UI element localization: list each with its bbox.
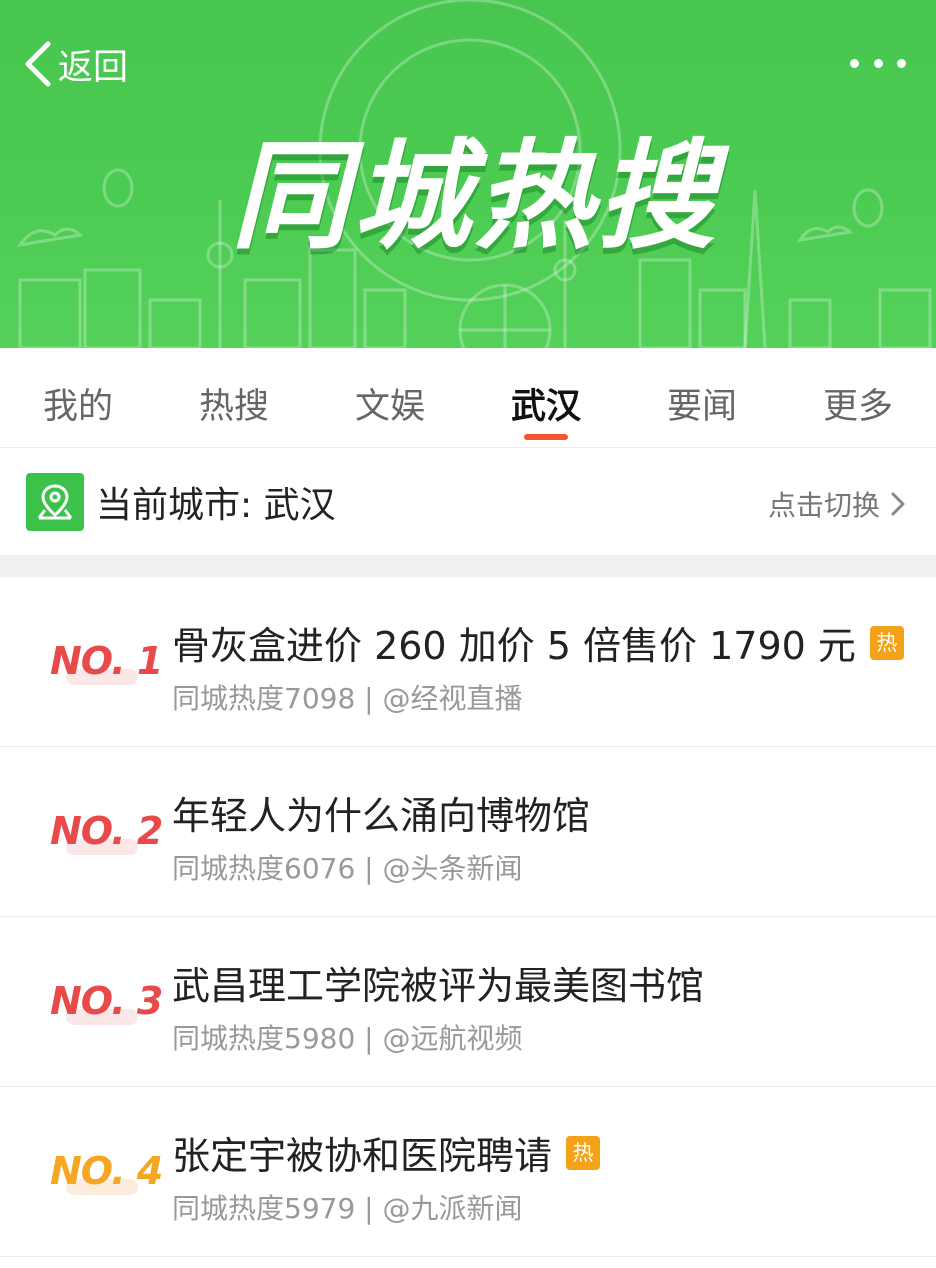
tab-wuhan[interactable]: 武汉 xyxy=(468,348,624,447)
switch-city-button[interactable]: 点击切换 xyxy=(768,484,906,524)
rank-label: NO. 3 xyxy=(50,979,163,1023)
list-item[interactable]: NO. 3 武昌理工学院被评为最美图书馆 同城热度5980 | @远航视频 xyxy=(0,917,936,1087)
hot-badge: 热 xyxy=(869,625,904,660)
back-button[interactable]: 返回 xyxy=(22,38,128,90)
section-divider xyxy=(0,555,936,577)
item-title: 张定宇被协和医院聘请 热 xyxy=(172,1125,601,1180)
item-title-text: 张定宇被协和医院聘请 xyxy=(172,1134,553,1178)
chevron-left-icon xyxy=(25,41,51,87)
back-label: 返回 xyxy=(58,47,129,88)
tab-more[interactable]: 更多 xyxy=(780,348,936,447)
rank-label: NO. 2 xyxy=(50,809,163,853)
item-meta: 同城热度5979 | @九派新闻 xyxy=(172,1192,523,1225)
dot-icon xyxy=(873,58,883,68)
dot-icon xyxy=(850,58,859,68)
location-map-icon xyxy=(26,473,84,531)
item-meta: 同城热度6076 | @头条新闻 xyxy=(172,852,523,885)
tab-news[interactable]: 要闻 xyxy=(624,348,780,447)
item-title-text: 骨灰盒进价 260 加价 5 倍售价 1790 元 xyxy=(172,624,856,668)
tab-entertainment[interactable]: 文娱 xyxy=(312,348,468,447)
item-title-text: 武昌理工学院被评为最美图书馆 xyxy=(172,964,705,1008)
list-item[interactable]: NO. 4 张定宇被协和医院聘请 热 同城热度5979 | @九派新闻 xyxy=(0,1087,936,1257)
rank-label: NO. 4 xyxy=(50,1149,163,1193)
hot-badge: 热 xyxy=(566,1135,601,1170)
header-banner: 返回 同城热搜 xyxy=(0,0,936,348)
tab-hot-search[interactable]: 热搜 xyxy=(156,348,312,447)
more-options-button[interactable] xyxy=(850,50,906,76)
page-title: 同城热搜 xyxy=(230,127,719,265)
item-title: 骨灰盒进价 260 加价 5 倍售价 1790 元 热 xyxy=(172,615,904,670)
category-tabs: 我的 热搜 文娱 武汉 要闻 更多 xyxy=(0,348,936,448)
item-meta: 同城热度7098 | @经视直播 xyxy=(172,682,523,715)
rank-label: NO. 1 xyxy=(50,639,163,683)
chevron-right-icon xyxy=(891,492,905,516)
current-city-row: 当前城市: 武汉 点击切换 xyxy=(0,449,936,555)
list-item[interactable]: NO. 1 骨灰盒进价 260 加价 5 倍售价 1790 元 热 同城热度70… xyxy=(0,577,936,747)
dot-icon xyxy=(897,58,906,68)
item-title-text: 年轻人为什么涌向博物馆 xyxy=(172,794,591,838)
item-title: 年轻人为什么涌向博物馆 xyxy=(172,785,590,840)
tab-mine[interactable]: 我的 xyxy=(0,348,156,447)
hot-search-list: NO. 1 骨灰盒进价 260 加价 5 倍售价 1790 元 热 同城热度70… xyxy=(0,577,936,1257)
list-item[interactable]: NO. 2 年轻人为什么涌向博物馆 同城热度6076 | @头条新闻 xyxy=(0,747,936,917)
item-meta: 同城热度5980 | @远航视频 xyxy=(172,1022,523,1055)
switch-city-label: 点击切换 xyxy=(767,489,880,522)
item-title: 武昌理工学院被评为最美图书馆 xyxy=(172,955,704,1010)
current-city-label: 当前城市: 武汉 xyxy=(96,485,336,526)
